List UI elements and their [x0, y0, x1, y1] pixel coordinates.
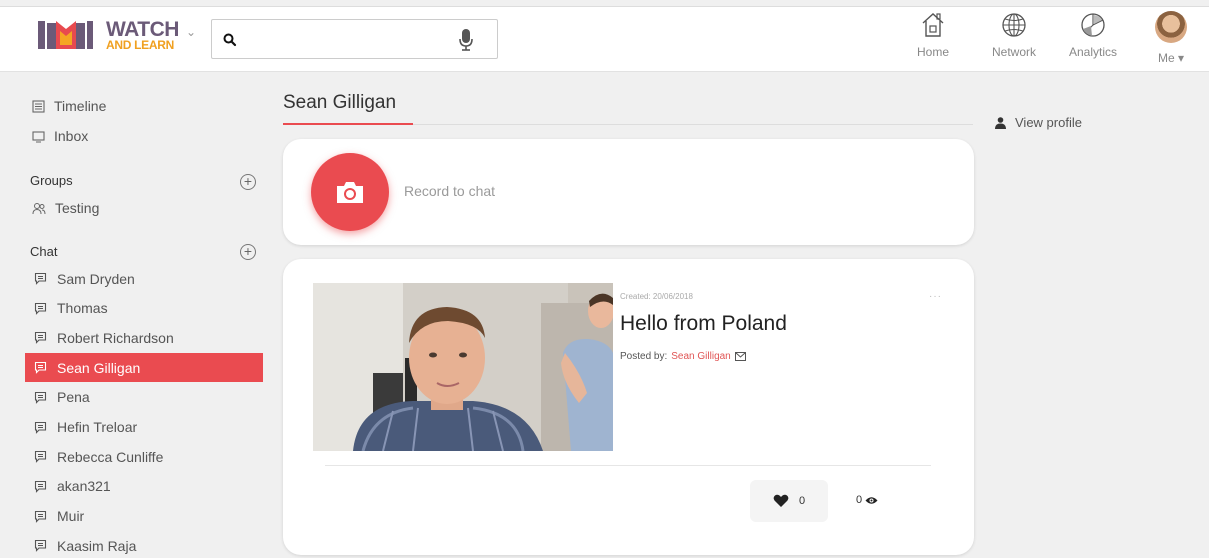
timeline-icon — [32, 99, 45, 113]
groups-heading: Groups — [30, 173, 73, 188]
user-icon — [995, 116, 1006, 129]
envelope-icon[interactable] — [734, 352, 746, 361]
nav-me-label: Me ▾ — [1157, 51, 1185, 65]
brand-logo[interactable]: WATCH AND LEARN ⌄ — [36, 17, 196, 52]
analytics-icon — [1081, 13, 1105, 37]
video-frame-image — [313, 283, 613, 451]
sidebar-chat-item[interactable]: Rebecca Cunliffe — [25, 442, 263, 471]
chat-icon — [34, 272, 47, 285]
camera-icon — [337, 182, 363, 203]
chat-item-label: Thomas — [57, 300, 108, 317]
chat-icon — [34, 421, 47, 434]
record-button[interactable] — [311, 153, 389, 231]
chat-icon — [34, 480, 47, 493]
sidebar-chat-item[interactable]: Hefin Treloar — [25, 413, 263, 442]
logo-mark-icon — [38, 21, 93, 49]
more-options-button[interactable]: ··· — [929, 291, 942, 302]
chat-heading: Chat — [30, 244, 58, 259]
post-author-link[interactable]: Sean Gilligan — [671, 351, 730, 362]
post-divider — [325, 465, 931, 466]
sidebar-chat-item[interactable]: Thomas — [25, 294, 263, 323]
heart-icon — [773, 494, 789, 507]
nav-analytics[interactable]: Analytics — [1061, 11, 1125, 71]
sidebar-chat-item[interactable]: Muir — [25, 502, 263, 531]
post-byline: Posted by: Sean Gilligan — [620, 351, 746, 362]
like-button[interactable]: 0 — [750, 480, 828, 522]
brand-tagline: AND LEARN — [106, 38, 174, 52]
chat-item-label: Hefin Treloar — [57, 419, 138, 435]
video-thumbnail[interactable] — [313, 283, 613, 451]
search-box — [211, 19, 498, 59]
chat-item-label: Muir — [57, 508, 85, 525]
view-counter: 0 — [856, 494, 878, 506]
posted-by-label: Posted by: — [620, 351, 668, 362]
add-group-button[interactable]: + — [240, 174, 256, 190]
chat-item-label: Sean Gilligan — [57, 359, 141, 376]
sidebar-chat-item[interactable]: Sean Gilligan — [25, 353, 263, 383]
like-count: 0 — [798, 495, 806, 507]
chat-item-label: Pena — [57, 389, 90, 406]
chat-item-label: Kaasim Raja — [57, 537, 137, 554]
home-icon — [922, 13, 944, 37]
chat-item-label: Robert Richardson — [57, 329, 174, 346]
microphone-icon[interactable] — [458, 28, 474, 52]
sidebar-chat-item[interactable]: Pena — [25, 383, 263, 412]
post-card: Created: 20/06/2018 ··· Hello from Polan… — [283, 259, 974, 555]
record-card: Record to chat — [283, 139, 974, 245]
globe-icon — [1002, 13, 1026, 37]
view-count: 0 — [856, 494, 863, 506]
chat-icon — [34, 391, 47, 404]
inbox-icon — [32, 130, 45, 142]
view-profile-link[interactable]: View profile — [995, 115, 1082, 130]
eye-icon — [865, 496, 878, 504]
search-input[interactable] — [242, 29, 452, 51]
sidebar-item-timeline[interactable]: Timeline — [32, 98, 106, 114]
chevron-down-icon[interactable]: ⌄ — [186, 25, 196, 39]
chat-icon — [34, 332, 47, 345]
title-accent-bar — [283, 123, 413, 125]
chat-icon — [34, 362, 47, 374]
chat-icon — [34, 540, 47, 553]
sidebar-item-label: Inbox — [54, 128, 89, 144]
sidebar-item-inbox[interactable]: Inbox — [32, 128, 88, 144]
avatar — [1155, 11, 1187, 43]
chat-icon — [34, 510, 47, 523]
search-icon[interactable] — [222, 32, 238, 48]
nav-home-label: Home — [916, 45, 949, 59]
nav-me[interactable]: Me ▾ — [1141, 11, 1201, 71]
nav-network-label: Network — [991, 45, 1036, 59]
nav-home[interactable]: Home — [901, 11, 965, 71]
chat-item-label: Rebecca Cunliffe — [57, 448, 164, 465]
sidebar-item-label: Timeline — [54, 98, 107, 114]
chat-item-label: Sam Dryden — [57, 270, 135, 287]
nav-network[interactable]: Network — [982, 11, 1046, 71]
view-profile-label: View profile — [1015, 115, 1082, 130]
top-bar: WATCH AND LEARN ⌄ Home Network Analytics… — [0, 6, 1209, 72]
post-title[interactable]: Hello from Poland — [620, 312, 787, 336]
sidebar-chat-item[interactable]: Sam Dryden — [25, 264, 263, 293]
sidebar-item-label: Testing — [55, 200, 100, 216]
sidebar-chat-item[interactable]: akan321 — [25, 472, 263, 501]
nav-analytics-label: Analytics — [1068, 45, 1118, 59]
sidebar-item-group[interactable]: Testing — [32, 200, 99, 216]
page-title: Sean Gilligan — [283, 92, 397, 113]
sidebar-chat-item[interactable]: Robert Richardson — [25, 323, 263, 352]
chat-item-label: akan321 — [57, 478, 111, 495]
chat-icon — [34, 451, 47, 464]
group-icon — [32, 202, 46, 214]
add-chat-button[interactable]: + — [240, 244, 256, 260]
sidebar-chat-item[interactable]: Kaasim Raja — [25, 531, 263, 558]
chat-icon — [34, 302, 47, 315]
post-created-date: Created: 20/06/2018 — [620, 292, 693, 301]
record-label[interactable]: Record to chat — [404, 183, 495, 199]
